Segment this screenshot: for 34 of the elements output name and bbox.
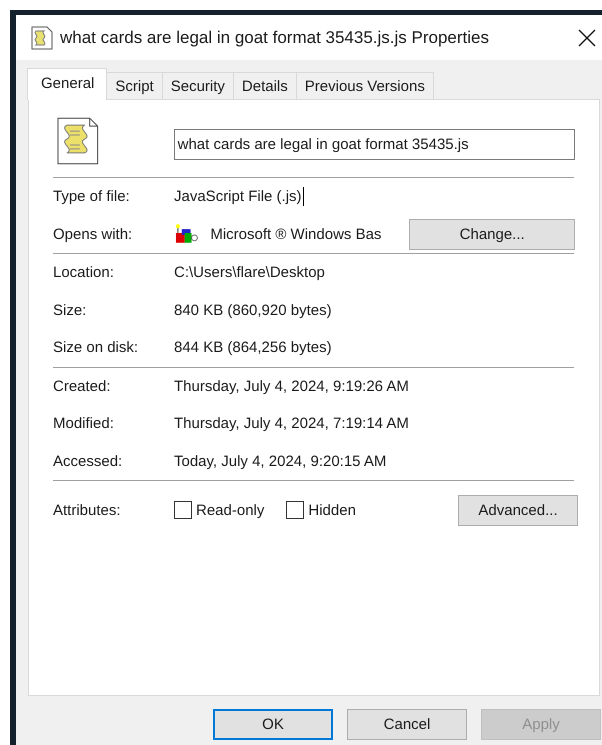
- field-label: Type of file:: [53, 188, 131, 206]
- dialog-button[interactable]: Cancel: [347, 709, 467, 740]
- field-value: 840 KB (860,920 bytes): [174, 302, 332, 319]
- field-value: Thursday, July 4, 2024, 7:19:14 AM: [174, 415, 409, 432]
- field-label: Size on disk:: [53, 339, 140, 356]
- close-icon[interactable]: [578, 28, 596, 46]
- field-value: 844 KB (864,256 bytes): [174, 339, 332, 356]
- window-title: what cards are legal in goat format 35435.js.js Properties: [60, 28, 490, 48]
- text-cursor-icon: [302, 187, 304, 206]
- field-label: Location:: [53, 264, 115, 282]
- advanced-button[interactable]: Advanced...: [458, 494, 578, 526]
- field-label: Accessed:: [53, 452, 124, 470]
- dialog-button[interactable]: OK: [213, 709, 333, 740]
- file-name-field[interactable]: what cards are legal in goat format 35435.js: [174, 129, 575, 160]
- field-value: JavaScript File (.js): [174, 188, 302, 206]
- blocks-icon: [174, 223, 200, 246]
- script-file-icon: [31, 26, 53, 50]
- field-value: Thursday, July 4, 2024, 9:19:26 AM: [174, 378, 409, 395]
- field-value: Microsoft ® Windows Bas: [210, 226, 382, 243]
- change-button[interactable]: Change...: [409, 218, 575, 250]
- field-label: Opens with:: [53, 226, 134, 243]
- script-file-icon: [57, 116, 99, 164]
- field-value: C:\Users\flare\Desktop: [174, 264, 325, 282]
- field-label: Modified:: [53, 415, 115, 432]
- field-label: Size:: [53, 302, 88, 319]
- checkbox[interactable]: [174, 501, 192, 519]
- field-label: Created:: [53, 378, 112, 395]
- checkbox-label[interactable]: Read-only: [196, 502, 264, 518]
- field-label: Attributes:: [53, 502, 122, 518]
- tab[interactable]: General: [27, 68, 108, 100]
- checkbox-label[interactable]: Hidden: [308, 502, 356, 518]
- tab[interactable]: Previous Versions: [296, 72, 434, 99]
- checkbox[interactable]: [286, 501, 304, 519]
- field-value: Today, July 4, 2024, 9:20:15 AM: [174, 452, 386, 470]
